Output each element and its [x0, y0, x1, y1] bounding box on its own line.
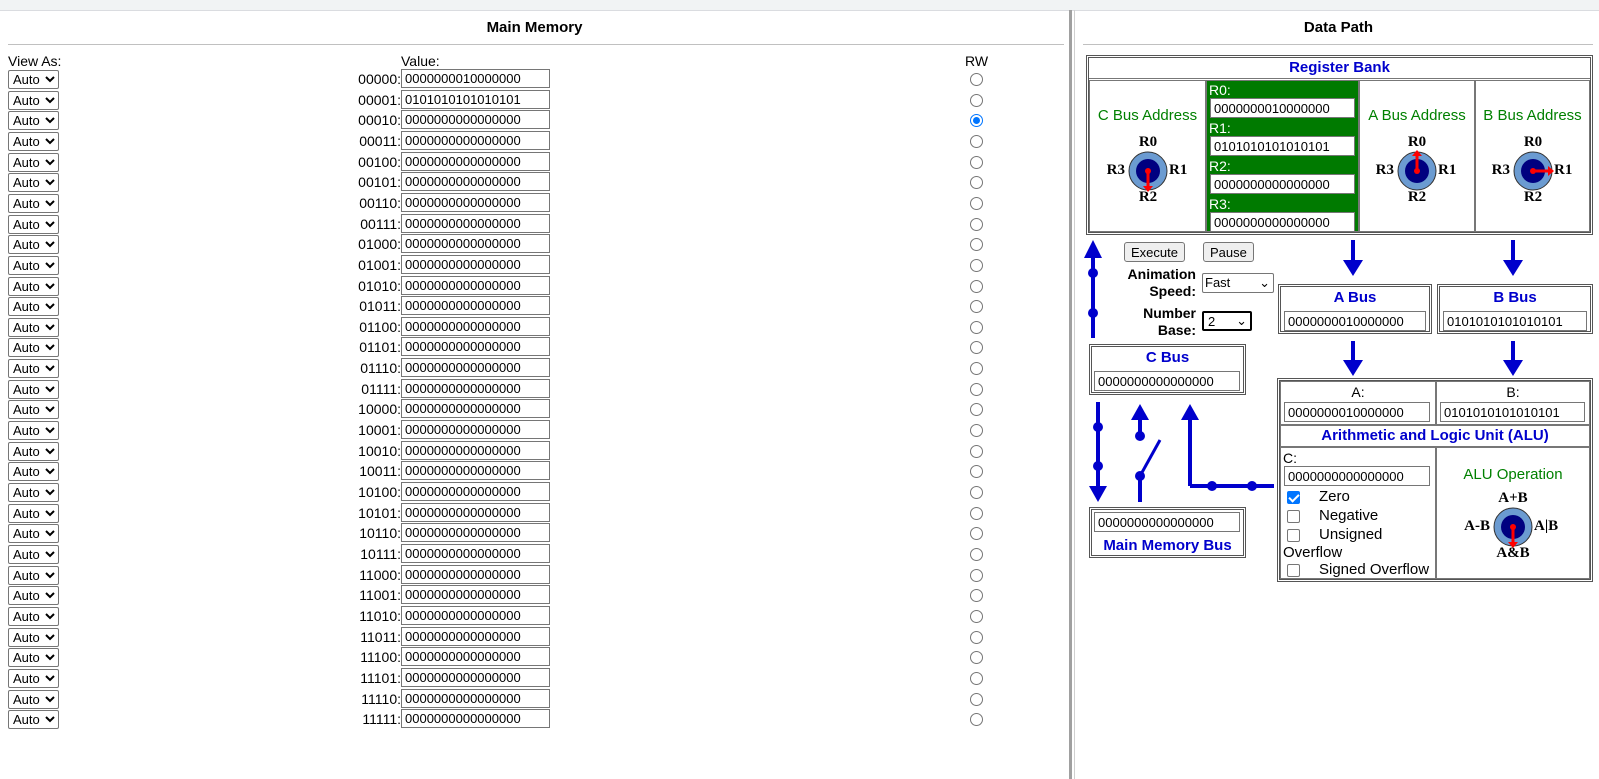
alu-c-label: C:	[1283, 450, 1297, 466]
a-bus-value[interactable]	[1284, 311, 1426, 331]
alu-operation-label: ALU Operation	[1463, 466, 1563, 483]
alu-b-label: B:	[1506, 384, 1520, 400]
negative-flag-label: Negative	[1319, 507, 1379, 524]
dial-option-bottom[interactable]: A&B	[1460, 545, 1566, 562]
signed-overflow-label: Signed Overflow	[1319, 561, 1430, 578]
b-bus-panel: B Bus	[1437, 284, 1593, 334]
alu-operation-dial[interactable]: A+B A|B A&B A-B	[1458, 490, 1566, 562]
c-bus-panel: C Bus	[1089, 344, 1246, 395]
alu-a-value[interactable]	[1284, 402, 1430, 422]
a-bus-panel: A Bus	[1278, 284, 1432, 334]
alu-b-cell: B:	[1436, 381, 1590, 425]
zero-flag-checkbox[interactable]	[1287, 491, 1300, 504]
chevron-down-icon: ⌄	[1236, 313, 1247, 328]
alu-a-cell: A:	[1280, 381, 1436, 425]
c-bus-value[interactable]	[1094, 371, 1240, 391]
pause-button[interactable]: Pause	[1203, 242, 1254, 262]
number-base-value: 2	[1208, 314, 1216, 329]
animation-speed-value: Fast	[1205, 275, 1231, 290]
alu-output-cell: C: Zero Negative Unsigned Overflow Signe…	[1280, 447, 1436, 579]
dial-option-right[interactable]: A|B	[1534, 518, 1558, 535]
b-bus-title: B Bus	[1493, 289, 1537, 306]
animation-speed-select[interactable]: Fast ⌄	[1202, 273, 1274, 293]
alu-panel: A: B: Arithmetic and Logic Unit (ALU) C:…	[1277, 378, 1593, 582]
alu-operation-cell: ALU Operation A+B A|B A&B A-B	[1436, 447, 1590, 579]
main-memory-bus-panel: Main Memory Bus	[1089, 507, 1246, 558]
zero-flag-label: Zero	[1319, 488, 1350, 505]
unsigned-overflow-label: Unsigned Overflow	[1283, 526, 1383, 561]
a-bus-title: A Bus	[1333, 289, 1377, 306]
number-base-select[interactable]: 2 ⌄	[1202, 311, 1252, 331]
main-memory-bus-value[interactable]	[1094, 512, 1240, 532]
number-base-label: Number Base:	[1143, 305, 1196, 338]
execute-button[interactable]: Execute	[1124, 242, 1185, 262]
c-bus-title: C Bus	[1145, 349, 1190, 366]
dial-option-top[interactable]: A+B	[1460, 490, 1566, 507]
negative-flag-checkbox[interactable]	[1287, 510, 1300, 523]
animation-speed-label: Animation Speed:	[1127, 266, 1196, 299]
alu-b-value[interactable]	[1440, 402, 1585, 422]
alu-title-cell: Arithmetic and Logic Unit (ALU)	[1280, 425, 1590, 447]
alu-title: Arithmetic and Logic Unit (ALU)	[1321, 427, 1549, 444]
alu-a-label: A:	[1351, 384, 1365, 400]
main-memory-bus-title: Main Memory Bus	[1103, 537, 1232, 554]
dial-option-left[interactable]: A-B	[1458, 518, 1490, 535]
alu-c-value[interactable]	[1284, 466, 1430, 486]
chevron-down-icon: ⌄	[1259, 275, 1270, 290]
signed-overflow-checkbox[interactable]	[1287, 564, 1300, 577]
b-bus-value[interactable]	[1443, 311, 1587, 331]
